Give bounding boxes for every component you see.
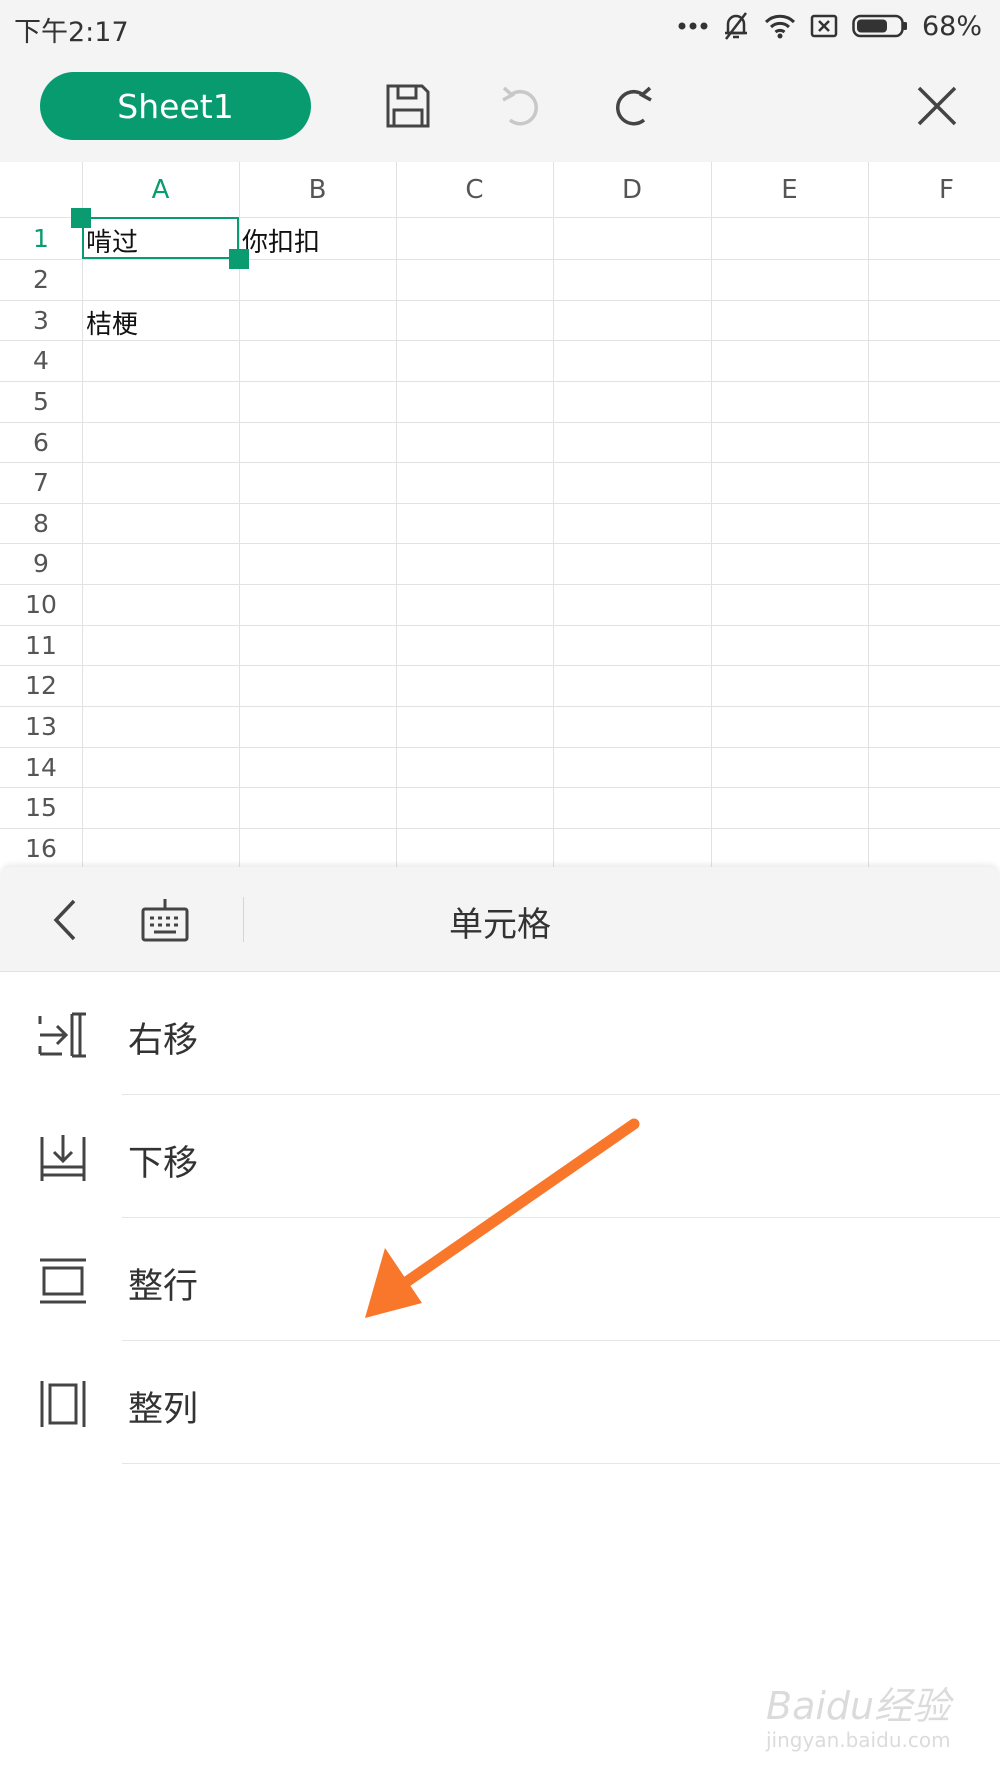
column-header-f[interactable]: F <box>868 162 1000 217</box>
shift-right-icon <box>38 1012 86 1058</box>
grid-line <box>0 422 1000 423</box>
save-icon <box>386 84 430 128</box>
column-header-b[interactable]: B <box>239 162 396 217</box>
row-header-11[interactable]: 11 <box>0 625 82 665</box>
grid-line <box>0 543 1000 544</box>
grid-line <box>0 503 1000 504</box>
row-header-16[interactable]: 16 <box>0 828 82 867</box>
grid-line <box>0 747 1000 748</box>
header-divider <box>243 897 244 942</box>
selection-handle-bottom-right[interactable] <box>229 249 249 269</box>
back-chevron-icon <box>53 899 76 940</box>
menu-label-entire-column: 整列 <box>128 1390 199 1430</box>
entire-row-icon <box>40 1258 86 1304</box>
grid-line <box>868 162 869 867</box>
keyboard-icon <box>141 898 189 941</box>
cell-a3[interactable]: 桔梗 <box>86 304 138 341</box>
panel-header: 单元格 <box>0 867 1000 972</box>
silent-bell-icon <box>724 12 747 40</box>
column-header-c[interactable]: C <box>396 162 553 217</box>
grid-line <box>0 300 1000 301</box>
row-header-2[interactable]: 2 <box>0 259 82 300</box>
row-header-7[interactable]: 7 <box>0 462 82 503</box>
close-button[interactable] <box>907 76 967 136</box>
redo-icon <box>616 86 652 126</box>
cell-options-panel: 单元格 右移 下移 整行 整列 <box>0 867 1000 1778</box>
row-header-12[interactable]: 12 <box>0 665 82 706</box>
grid-line <box>0 828 1000 829</box>
undo-icon <box>502 86 538 126</box>
more-dots-icon <box>678 22 708 30</box>
redo-button[interactable] <box>604 76 664 136</box>
status-icons: 68% <box>678 8 982 44</box>
sheet-tab[interactable]: Sheet1 <box>40 72 311 140</box>
grid-line <box>0 625 1000 626</box>
row-header-4[interactable]: 4 <box>0 340 82 381</box>
grid-line <box>0 787 1000 788</box>
status-bar: 下午2:17 68% <box>0 0 1000 52</box>
row-header-15[interactable]: 15 <box>0 787 82 828</box>
grid-line <box>0 340 1000 341</box>
shift-down-icon <box>40 1135 86 1181</box>
grid-line <box>0 706 1000 707</box>
grid-line <box>0 381 1000 382</box>
grid-line <box>0 462 1000 463</box>
menu-item-entire-column[interactable]: 整列 <box>0 1341 1000 1464</box>
row-header-13[interactable]: 13 <box>0 706 82 747</box>
menu-item-shift-down[interactable]: 下移 <box>0 1095 1000 1218</box>
row-header-9[interactable]: 9 <box>0 543 82 584</box>
grid-line <box>0 665 1000 666</box>
row-header-3[interactable]: 3 <box>0 300 82 340</box>
spreadsheet-grid[interactable]: A B C D E F 1 2 3 4 5 6 7 8 9 10 11 12 1… <box>0 162 1000 867</box>
menu-item-entire-row[interactable]: 整行 <box>0 1218 1000 1341</box>
entire-column-icon <box>40 1381 86 1427</box>
cell-selection <box>82 217 239 259</box>
row-header-1[interactable]: 1 <box>0 217 82 259</box>
row-header-6[interactable]: 6 <box>0 422 82 462</box>
watermark-main: Baidu经验 <box>766 1684 951 1728</box>
menu-item-shift-right[interactable]: 右移 <box>0 972 1000 1095</box>
status-time: 下午2:17 <box>14 17 129 48</box>
keyboard-button[interactable] <box>135 892 195 947</box>
grid-line <box>0 259 1000 260</box>
column-header-e[interactable]: E <box>711 162 868 217</box>
panel-title: 单元格 <box>449 905 551 945</box>
wifi-icon <box>764 14 796 39</box>
menu-label-entire-row: 整行 <box>128 1267 199 1307</box>
row-header-14[interactable]: 14 <box>0 747 82 787</box>
cell-b1[interactable]: 你扣扣 <box>242 222 320 259</box>
row-header-8[interactable]: 8 <box>0 503 82 543</box>
back-button[interactable] <box>40 892 90 947</box>
baidu-watermark-logo: Baidu经验 jingyan.baidu.com <box>766 1670 966 1760</box>
grid-line <box>396 162 397 867</box>
grid-line <box>0 584 1000 585</box>
menu-label-shift-right: 右移 <box>128 1021 199 1061</box>
battery-icon <box>852 14 907 38</box>
undo-button[interactable] <box>490 76 550 136</box>
toolbar: Sheet1 <box>0 52 1000 162</box>
close-icon <box>917 86 957 126</box>
column-header-d[interactable]: D <box>553 162 711 217</box>
row-header-5[interactable]: 5 <box>0 381 82 422</box>
grid-line <box>82 162 83 867</box>
row-header-10[interactable]: 10 <box>0 584 82 625</box>
grid-line <box>711 162 712 867</box>
battery-percent: 68% <box>921 10 982 42</box>
save-button[interactable] <box>378 76 438 136</box>
selection-handle-top-left[interactable] <box>71 208 91 228</box>
sim-off-icon <box>810 14 838 38</box>
menu-separator <box>122 1463 1000 1464</box>
column-header-a[interactable]: A <box>82 162 239 217</box>
menu-label-shift-down: 下移 <box>128 1144 199 1184</box>
watermark-sub: jingyan.baidu.com <box>766 1728 951 1752</box>
grid-line <box>553 162 554 867</box>
